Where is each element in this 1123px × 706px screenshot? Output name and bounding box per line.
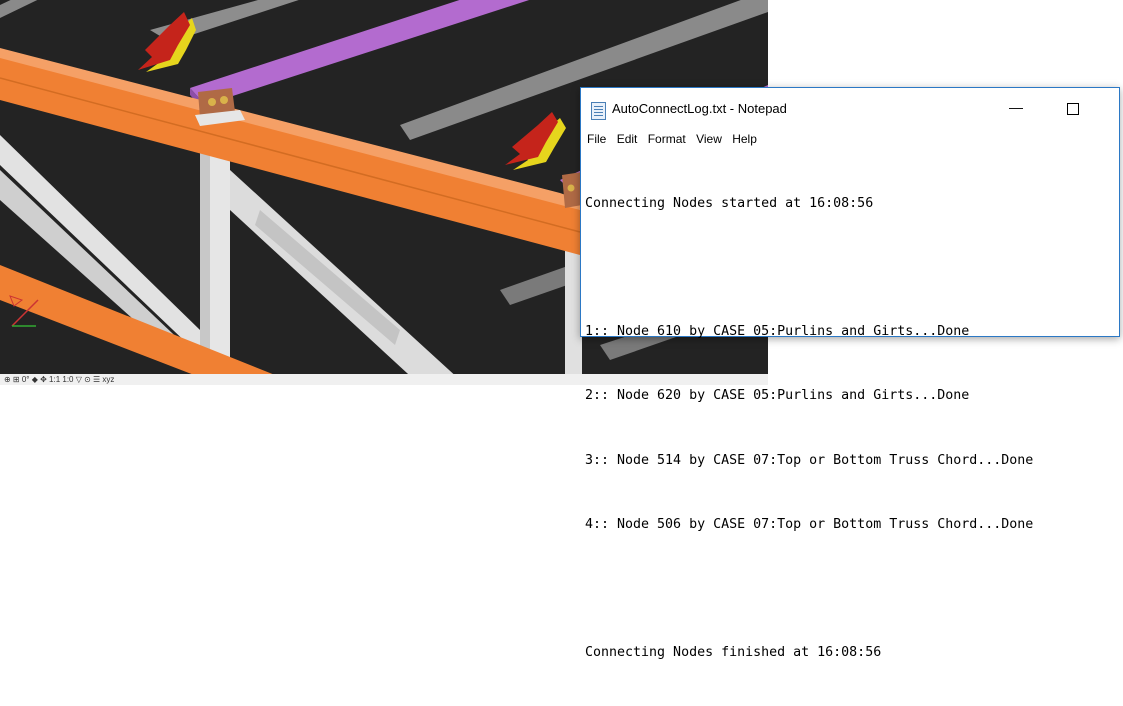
bolt	[567, 184, 575, 192]
log-line: 4:: Node 506 by CASE 07:Top or Bottom Tr…	[585, 516, 1034, 532]
log-line: 3:: Node 514 by CASE 07:Top or Bottom Tr…	[585, 452, 1034, 468]
menu-view[interactable]: View	[696, 132, 722, 146]
truss-vertical-shade	[200, 120, 210, 375]
bolt	[208, 98, 216, 106]
notepad-window[interactable]: AutoConnectLog.txt - Notepad — File Edit…	[580, 87, 1120, 660]
notepad-icon	[591, 102, 606, 120]
maximize-button[interactable]	[1058, 97, 1088, 121]
notepad-menu-bar: File Edit Format View Help	[587, 132, 764, 146]
log-line: Connecting Nodes finished at 16:08:56	[585, 645, 882, 661]
bolt	[220, 96, 228, 104]
menu-help[interactable]: Help	[732, 132, 757, 146]
menu-file[interactable]: File	[587, 132, 606, 146]
log-line: Connecting Nodes started at 16:08:56	[585, 195, 874, 211]
notepad-title: AutoConnectLog.txt - Notepad	[612, 101, 787, 116]
status-bar-text: ⊕ ⊞ 0° ◆ ✥ 1:1 1:0 ▽ ⊙ ☰ xyz	[4, 375, 115, 384]
minimize-button[interactable]: —	[1001, 97, 1031, 121]
notepad-title-bar[interactable]: AutoConnectLog.txt - Notepad —	[581, 88, 1119, 126]
log-line: 2:: Node 620 by CASE 05:Purlins and Girt…	[585, 388, 970, 404]
notepad-text-area[interactable]: Connecting Nodes started at 16:08:56 1::…	[585, 150, 1115, 660]
log-line: 1:: Node 610 by CASE 05:Purlins and Girt…	[585, 324, 970, 340]
menu-format[interactable]: Format	[648, 132, 686, 146]
menu-edit[interactable]: Edit	[617, 132, 638, 146]
